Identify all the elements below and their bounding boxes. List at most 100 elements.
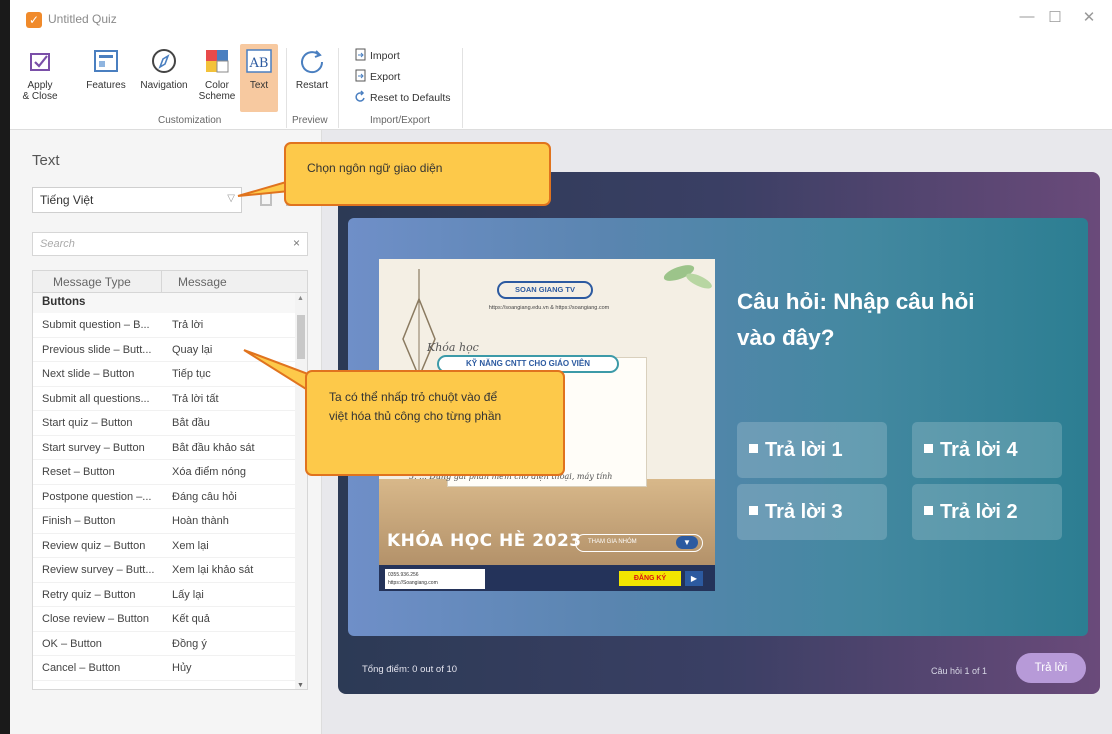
answer-label: Trả lời 2 [940,501,1018,523]
group-customization: Customization [158,115,222,126]
table-row[interactable]: Start quiz – Button Bắt đầu [33,411,307,436]
row-message-type: Close review – Button [42,613,149,625]
table-row[interactable]: Review quiz – Button Xem lại [33,534,307,558]
restart-button[interactable]: Restart [292,46,332,91]
answer-option[interactable]: Trả lời 3 [737,484,887,540]
compass-icon [152,49,176,73]
row-message-type: Start survey – Button [42,441,145,454]
scroll-down-icon[interactable]: ▼ [297,682,304,689]
apply-close-button[interactable]: Apply & Close [18,46,62,102]
reset-defaults-label: Reset to Defaults [370,92,451,104]
score-text: Tổng điểm: 0 out of 10 [362,664,458,675]
scroll-thumb[interactable] [297,315,305,359]
answer-label: Trả lời 1 [765,439,843,461]
save-icon[interactable] [260,192,272,206]
table-row[interactable]: Postpone question –... Đáng câu hỏi [33,485,307,509]
submit-button[interactable]: Trả lời [1016,653,1086,683]
table-row[interactable]: Cancel – Button Hủy [33,656,307,681]
poster-url: https://soangiang.edu.vn & https://soang… [488,305,610,311]
row-message[interactable]: Đồng ý [172,638,292,650]
table-rows: Submit question – B... Trả lời Previous sl… [33,313,307,681]
table-row[interactable]: Review survey – Butt... Xem lại khảo sát [33,558,307,583]
answer-option[interactable]: Trả lời 2 [912,484,1062,540]
column-separator [161,271,162,293]
answer-option[interactable]: Trả lời 1 [737,422,887,478]
row-message[interactable]: Lấy lại [172,589,292,601]
row-message[interactable]: Kết quả [172,613,292,625]
callout-edit-line-1: Ta có thể nhấp trỏ chuột vào để [329,390,498,404]
clear-search-icon[interactable]: × [293,236,300,250]
poster-phone: 0355.936.256 [388,572,419,578]
text-label: Text [249,80,269,91]
table-row[interactable]: Finish – Button Hoàn thành [33,509,307,534]
import-button[interactable]: Import [354,48,400,62]
row-message[interactable]: Hoàn thành [172,515,292,527]
table-row[interactable]: Close review – Button Kết quả [33,607,307,632]
navigation-label: Navigation [140,80,188,91]
panel-heading: Text [32,152,60,169]
answer-option[interactable]: Trả lời 4 [912,422,1062,478]
table-scrollbar[interactable]: ▲ ▼ [295,293,307,689]
row-message-type: Retry quiz – Button [42,588,136,601]
import-icon [355,48,366,61]
square-bullet-icon [749,444,758,453]
row-message[interactable]: Bắt đầu khảo sát [172,442,292,454]
maximize-icon[interactable]: ☐ [1040,8,1070,26]
table-row[interactable]: OK – Button Đồng ý [33,632,307,656]
reset-defaults-button[interactable]: Reset to Defaults [354,90,451,104]
poster-register: ĐĂNG KÝ [619,571,681,586]
row-message[interactable]: Quay lại [172,344,292,356]
export-icon [355,69,366,82]
restart-label: Restart [295,80,329,91]
row-message-type: Previous slide – Butt... [42,343,152,356]
question-counter: Câu hỏi 1 of 1 [931,666,988,676]
features-label: Features [86,80,126,91]
poster-join-label: THAM GIA NHÓM [588,539,637,545]
row-message-type: Review survey – Butt... [42,564,155,576]
quiz-window: ✓ Untitled Quiz — ☐ ✕ Apply & Close Feat… [0,0,1112,734]
color-scheme-button[interactable]: Color Scheme [196,46,238,102]
row-message[interactable]: Bắt đầu [172,417,292,429]
callout-language-text: Chọn ngôn ngữ giao diện [307,161,443,175]
row-message[interactable]: Đáng câu hỏi [172,491,292,503]
row-message[interactable]: Trả lời [172,319,292,331]
table-row[interactable]: Submit question – B... Trả lời [33,313,307,338]
column-message-type[interactable]: Message Type [53,275,131,289]
row-message[interactable]: Xóa điểm nóng [172,466,292,478]
export-label: Export [370,71,401,83]
row-message[interactable]: Trả lời tất [172,393,292,405]
row-message[interactable]: Xem lại [172,540,292,552]
ribbon-separator [286,48,287,128]
message-table: Message Type Message Buttons Submit ques… [32,270,308,690]
navigation-button[interactable]: Navigation [134,46,194,91]
row-message[interactable]: Hủy [172,662,292,674]
apply-close-label-1: Apply [27,80,53,91]
scroll-up-icon[interactable]: ▲ [297,295,304,302]
row-message-type: Next slide – Button [42,368,135,380]
close-icon[interactable]: ✕ [1074,8,1104,26]
title-bar: ✓ Untitled Quiz — ☐ ✕ [10,0,1112,40]
minimize-icon[interactable]: — [1012,8,1042,25]
table-row[interactable]: Next slide – Button Tiếp tục [33,362,307,387]
table-row[interactable]: Retry quiz – Button Lấy lại [33,583,307,607]
search-input[interactable]: Search × [32,232,308,256]
square-bullet-icon [924,444,933,453]
color-scheme-icon [206,50,229,73]
table-row[interactable]: Reset – Button Xóa điểm nóng [33,460,307,485]
row-message[interactable]: Tiếp tục [172,368,292,380]
table-row[interactable]: Start survey – Button Bắt đầu khảo sát [33,436,307,460]
row-message[interactable]: Xem lại khảo sát [172,564,292,576]
window-title: Untitled Quiz [48,12,117,26]
text-button[interactable]: AB Text [240,44,278,112]
features-button[interactable]: Features [80,46,132,91]
export-button[interactable]: Export [354,69,400,83]
apply-close-icon [30,53,50,71]
column-message[interactable]: Message [178,275,227,289]
window-edge [0,0,10,734]
table-row[interactable]: Submit all questions... Trả lời tất [33,387,307,411]
table-row[interactable]: Previous slide – Butt... Quay lại [33,338,307,362]
row-message-type: Submit all questions... [42,392,150,405]
ribbon-separator [462,48,463,128]
text-ab-icon: AB [246,49,272,73]
language-select[interactable]: Tiếng Việt ▽ [32,187,242,213]
